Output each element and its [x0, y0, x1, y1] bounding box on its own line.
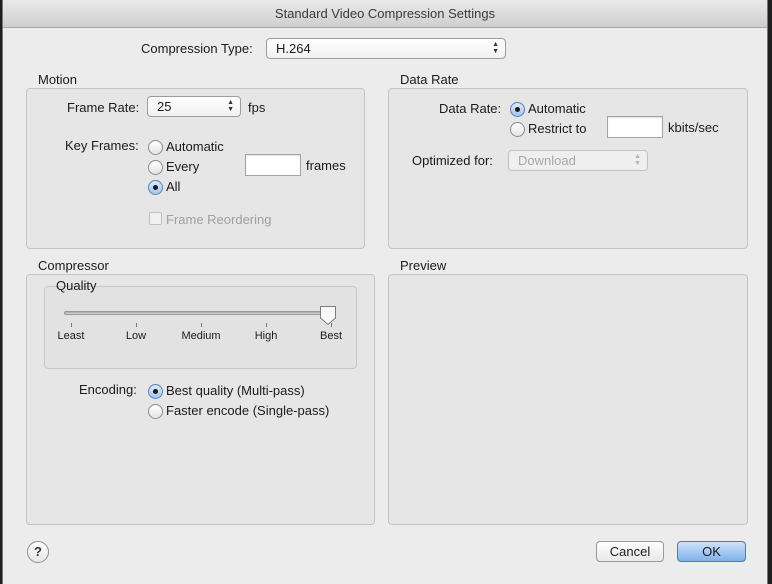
data-rate-unit: kbits/sec [668, 120, 719, 135]
optimized-for-value: Download [518, 153, 576, 168]
help-button[interactable]: ? [27, 541, 49, 563]
compression-type-popup[interactable]: H.264 ▲ ▼ [266, 38, 506, 59]
cancel-button[interactable]: Cancel [596, 541, 664, 562]
frame-rate-unit: fps [248, 100, 266, 115]
key-frames-automatic-label: Automatic [166, 139, 224, 154]
key-frames-every-label: Every [166, 159, 200, 174]
frame-rate-label: Frame Rate: [67, 100, 140, 115]
slider-tick-least [71, 323, 72, 327]
quality-group-box [44, 286, 357, 369]
encoding-singlepass-radio[interactable] [148, 404, 163, 419]
data-rate-group-title: Data Rate [400, 72, 459, 87]
frames-unit: frames [306, 158, 346, 173]
slider-tick-high [266, 323, 267, 327]
slider-label-best: Best [319, 330, 342, 342]
optimized-for-popup[interactable]: Download ▲ ▼ [508, 150, 648, 171]
key-frames-all-label: All [166, 179, 181, 194]
motion-group-title: Motion [38, 72, 78, 87]
key-frames-every-radio[interactable] [148, 160, 163, 175]
up-down-arrows-icon: ▲ ▼ [492, 41, 499, 55]
question-mark-icon: ? [34, 544, 42, 559]
up-down-arrows-icon: ▲ ▼ [227, 99, 234, 113]
encoding-multipass-label: Best quality (Multi-pass) [166, 383, 305, 398]
data-rate-restrict-radio[interactable] [510, 122, 525, 137]
frame-reordering-checkbox[interactable] [149, 212, 162, 225]
quality-group-title: Quality [56, 278, 97, 293]
compression-type-value: H.264 [276, 41, 311, 56]
compressor-group-title: Compressor [38, 258, 109, 273]
frame-rate-value: 25 [157, 99, 172, 114]
data-rate-automatic-radio[interactable] [510, 102, 525, 117]
data-rate-label: Data Rate: [439, 101, 502, 116]
ok-button[interactable]: OK [677, 541, 746, 562]
frame-reordering-label: Frame Reordering [166, 212, 272, 227]
key-frames-label: Key Frames: [65, 138, 139, 153]
preview-area [388, 274, 748, 525]
quality-slider-track[interactable] [64, 311, 336, 315]
data-rate-restrict-field[interactable] [607, 116, 663, 138]
slider-label-least: Least [57, 330, 85, 342]
slider-tick-medium [201, 323, 202, 327]
encoding-singlepass-label: Faster encode (Single-pass) [166, 403, 330, 418]
encoding-multipass-radio[interactable] [148, 384, 163, 399]
preview-group-title: Preview [400, 258, 447, 273]
key-frames-every-field[interactable] [245, 154, 301, 176]
compression-settings-dialog: Standard Video Compression Settings Comp… [2, 0, 768, 584]
frame-rate-popup[interactable]: 25 ▲ ▼ [147, 96, 241, 117]
key-frames-all-radio[interactable] [148, 180, 163, 195]
encoding-label: Encoding: [79, 382, 137, 397]
data-rate-restrict-label: Restrict to [528, 121, 587, 136]
window-title: Standard Video Compression Settings [3, 0, 767, 28]
up-down-arrows-icon: ▲ ▼ [634, 153, 641, 167]
slider-tick-low [136, 323, 137, 327]
quality-slider-knob[interactable] [319, 305, 337, 326]
compression-type-label: Compression Type: [141, 41, 253, 56]
optimized-for-label: Optimized for: [412, 153, 493, 168]
slider-label-low: Low [125, 330, 147, 342]
slider-label-medium: Medium [181, 330, 221, 342]
data-rate-automatic-label: Automatic [528, 101, 586, 116]
slider-label-high: High [254, 330, 278, 342]
key-frames-automatic-radio[interactable] [148, 140, 163, 155]
